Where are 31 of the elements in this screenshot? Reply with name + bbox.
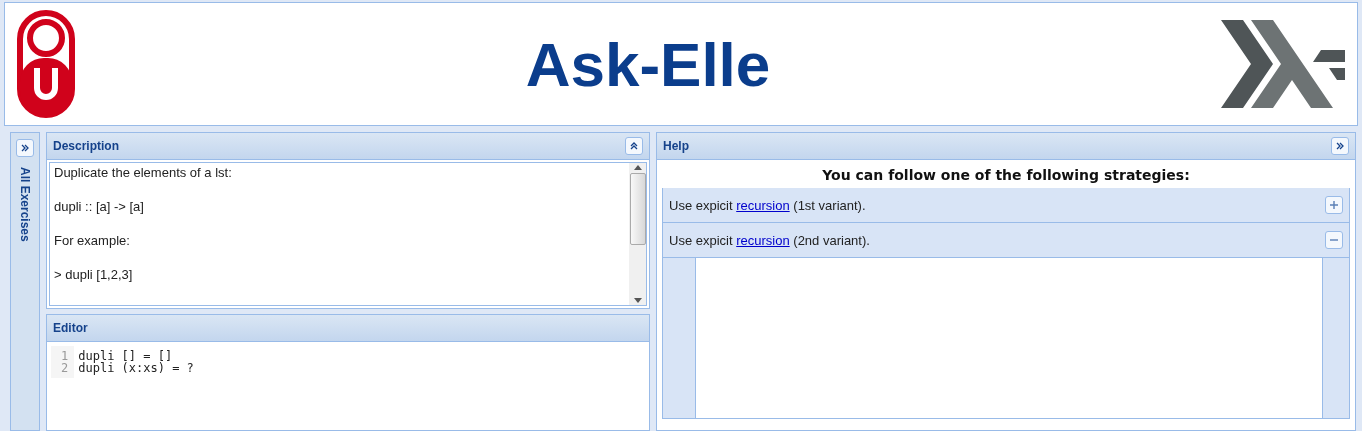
expand-button[interactable] (16, 139, 34, 157)
description-text: For example: (54, 233, 131, 249)
expand-icon (1335, 141, 1345, 151)
scrollbar[interactable] (629, 163, 646, 305)
description-text: Duplicate the elements of a lst: (54, 165, 233, 181)
scroll-thumb[interactable] (629, 173, 646, 245)
help-heading: You can follow one of the following strategies: (821, 166, 1191, 185)
panel-title: Editor (53, 321, 88, 335)
strategy-header[interactable]: Use expicit recursion (2nd variant). (663, 223, 1349, 257)
code-line[interactable]: dupli (x:xs) = ? (78, 362, 194, 374)
panel-title: Help (663, 139, 689, 153)
description-text: > dupli [1,2,3] (54, 267, 134, 283)
line-number: 1 (61, 350, 69, 362)
collapse-button[interactable] (625, 137, 643, 155)
panel-title: Description (53, 139, 119, 153)
app-title: Ask-Elle (525, 28, 771, 100)
description-text: dupli :: [a] -> [a] (54, 199, 145, 215)
recursion-link[interactable]: recursion (736, 232, 790, 248)
code-line[interactable]: dupli [] = [] (78, 350, 194, 362)
scroll-up-icon (633, 165, 642, 170)
scroll-down-icon (633, 298, 642, 303)
sidebar-label[interactable]: All Exercises (18, 167, 32, 242)
collapse-icon (629, 141, 639, 151)
line-number: 2 (61, 362, 69, 374)
plus-icon (1329, 200, 1339, 210)
strategy-text: Use expicit recursion (1st variant). (669, 197, 866, 213)
expand-icon (20, 143, 30, 153)
strategy-text: Use expicit recursion (2nd variant). (669, 232, 870, 248)
expand-button[interactable] (1331, 137, 1349, 155)
strategy-header[interactable]: Use expicit recursion (1st variant). (663, 188, 1349, 222)
recursion-link[interactable]: recursion (736, 197, 790, 213)
